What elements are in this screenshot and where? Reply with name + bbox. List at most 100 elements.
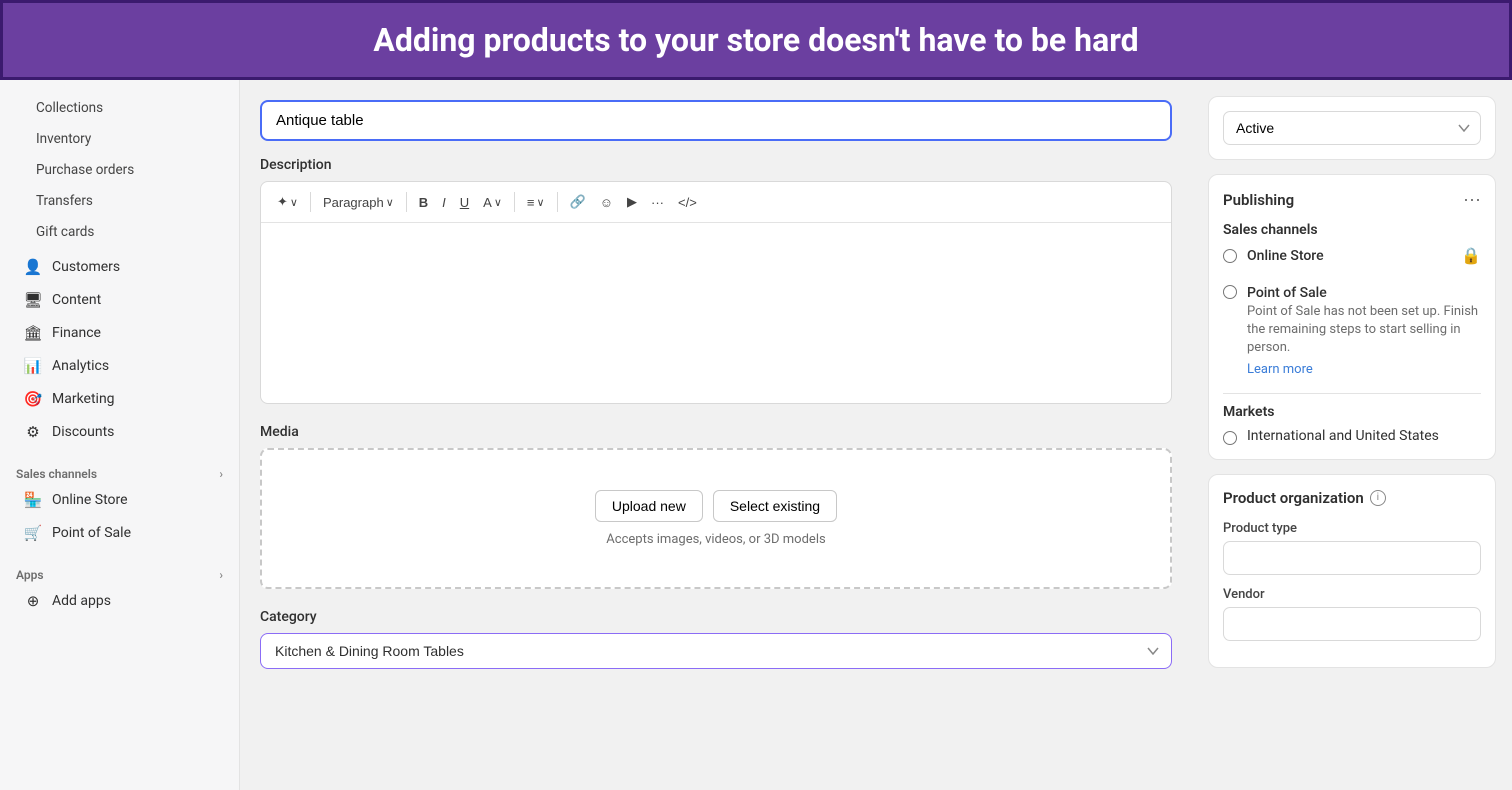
- product-org-title: Product organization: [1223, 489, 1364, 507]
- sidebar-item-online-store[interactable]: 🏪 Online Store: [8, 484, 231, 516]
- status-card: Active Draft: [1208, 96, 1496, 160]
- sidebar-item-analytics[interactable]: 📊 Analytics: [8, 350, 231, 382]
- description-editor-body[interactable]: [261, 223, 1171, 403]
- sidebar-item-discounts[interactable]: ⚙ Discounts: [8, 416, 231, 448]
- media-label: Media: [260, 424, 1172, 440]
- emoji-toolbar-btn[interactable]: ☺: [594, 191, 619, 214]
- sidebar-label-collections: Collections: [36, 100, 103, 116]
- sidebar-item-finance[interactable]: 🏛 Finance: [8, 317, 231, 349]
- vendor-input[interactable]: [1223, 607, 1481, 641]
- publishing-card: Publishing ··· Sales channels Online Sto…: [1208, 174, 1496, 460]
- market-name-international: International and United States: [1247, 428, 1439, 444]
- customers-icon: 👤: [24, 258, 42, 276]
- online-store-radio[interactable]: [1223, 249, 1237, 263]
- align-toolbar-btn[interactable]: ≡ ∨: [521, 191, 551, 214]
- market-item-international: International and United States: [1223, 428, 1481, 445]
- description-editor: ✦ ∨ Paragraph ∨ B I: [260, 181, 1172, 404]
- promo-banner: Adding products to your store doesn't ha…: [0, 0, 1512, 80]
- sidebar-label-inventory: Inventory: [36, 131, 91, 147]
- chevron-right-icon: ›: [219, 467, 223, 481]
- upload-new-btn[interactable]: Upload new: [595, 490, 703, 522]
- toolbar-divider-4: [557, 192, 558, 212]
- status-select[interactable]: Active Draft: [1223, 111, 1481, 145]
- sidebar-label-discounts: Discounts: [52, 424, 114, 440]
- underline-toolbar-btn[interactable]: U: [454, 191, 475, 214]
- learn-more-link[interactable]: Learn more: [1247, 362, 1313, 377]
- sales-channels-label-right: Sales channels: [1223, 222, 1481, 238]
- sidebar-item-marketing[interactable]: 🎯 Marketing: [8, 383, 231, 415]
- point-of-sale-channel-item: Point of Sale Point of Sale has not been…: [1223, 282, 1481, 383]
- product-name-input[interactable]: [260, 100, 1172, 141]
- sidebar-item-inventory[interactable]: Inventory: [8, 124, 231, 154]
- play-icon: ▶: [627, 194, 637, 210]
- more-toolbar-btn[interactable]: ···: [645, 191, 670, 214]
- product-type-label: Product type: [1223, 521, 1481, 536]
- sidebar-item-add-apps[interactable]: ⊕ Add apps: [8, 585, 231, 617]
- media-hint-text: Accepts images, videos, or 3D models: [282, 532, 1150, 547]
- finance-icon: 🏛: [24, 324, 42, 342]
- description-label: Description: [260, 157, 1172, 173]
- banner-text: Adding products to your store doesn't ha…: [373, 21, 1138, 59]
- select-existing-btn[interactable]: Select existing: [713, 490, 837, 522]
- publishing-more-btn[interactable]: ···: [1463, 189, 1481, 210]
- sidebar-label-finance: Finance: [52, 325, 101, 341]
- link-icon: 🔗: [570, 194, 586, 210]
- product-type-input[interactable]: [1223, 541, 1481, 575]
- sidebar-item-gift-cards[interactable]: Gift cards: [8, 217, 231, 247]
- sidebar-label-customers: Customers: [52, 259, 120, 275]
- sidebar-label-purchase-orders: Purchase orders: [36, 162, 134, 178]
- sidebar-label-marketing: Marketing: [52, 391, 115, 407]
- sidebar-item-collections[interactable]: Collections: [8, 93, 231, 123]
- sidebar-item-point-of-sale[interactable]: 🛒 Point of Sale: [8, 517, 231, 549]
- align-chevron-icon: ∨: [536, 196, 544, 209]
- editor-toolbar: ✦ ∨ Paragraph ∨ B I: [261, 182, 1171, 223]
- online-store-channel-name: Online Store: [1247, 248, 1324, 264]
- sales-channels-label: Sales channels: [16, 467, 97, 481]
- pos-channel-name: Point of Sale: [1247, 285, 1327, 301]
- pos-channel-content: Point of Sale Point of Sale has not been…: [1247, 282, 1481, 377]
- pos-channel-desc: Point of Sale has not been set up. Finis…: [1247, 303, 1481, 358]
- sidebar-label-content: Content: [52, 292, 101, 308]
- paragraph-toolbar-btn[interactable]: Paragraph ∨: [317, 191, 400, 214]
- text-color-toolbar-btn[interactable]: A ∨: [477, 191, 508, 214]
- add-apps-icon: ⊕: [24, 592, 42, 610]
- sidebar-label-analytics: Analytics: [52, 358, 109, 374]
- apps-label: Apps: [16, 568, 44, 582]
- bold-toolbar-btn[interactable]: B: [413, 191, 434, 214]
- paragraph-chevron-icon: ∨: [386, 196, 394, 209]
- content-icon: 🖥: [24, 291, 42, 309]
- online-store-lock-btn[interactable]: 🔒: [1461, 246, 1481, 266]
- lock-icon: 🔒: [1461, 248, 1481, 265]
- text-color-chevron-icon: ∨: [494, 196, 502, 209]
- sidebar-item-customers[interactable]: 👤 Customers: [8, 251, 231, 283]
- sidebar-label-transfers: Transfers: [36, 193, 93, 209]
- sidebar-item-transfers[interactable]: Transfers: [8, 186, 231, 216]
- category-label: Category: [260, 609, 1172, 625]
- toolbar-divider-2: [406, 192, 407, 212]
- publishing-title: Publishing: [1223, 191, 1294, 209]
- media-dropzone[interactable]: Upload new Select existing Accepts image…: [260, 448, 1172, 589]
- toolbar-divider-1: [310, 192, 311, 212]
- markets-label: Markets: [1223, 393, 1481, 420]
- sidebar-item-purchase-orders[interactable]: Purchase orders: [8, 155, 231, 185]
- link-toolbar-btn[interactable]: 🔗: [564, 190, 592, 214]
- sidebar-label-add-apps: Add apps: [52, 593, 111, 609]
- sidebar-label-gift-cards: Gift cards: [36, 224, 94, 240]
- category-select[interactable]: Kitchen & Dining Room Tables: [260, 633, 1172, 669]
- media-section: Media Upload new Select existing Accepts…: [260, 424, 1172, 589]
- sidebar-item-content[interactable]: 🖥 Content: [8, 284, 231, 316]
- publishing-header: Publishing ···: [1223, 189, 1481, 210]
- media-toolbar-btn[interactable]: ▶: [621, 190, 643, 214]
- magic-toolbar-btn[interactable]: ✦ ∨: [271, 190, 304, 214]
- discounts-icon: ⚙: [24, 423, 42, 441]
- online-store-channel-content: Online Store 🔒: [1247, 246, 1481, 266]
- product-org-card: Product organization i Product type Vend…: [1208, 474, 1496, 668]
- emoji-icon: ☺: [600, 195, 613, 210]
- italic-toolbar-btn[interactable]: I: [436, 191, 452, 214]
- international-radio[interactable]: [1223, 431, 1237, 445]
- toolbar-divider-3: [514, 192, 515, 212]
- sidebar: Collections Inventory Purchase orders Tr…: [0, 80, 240, 790]
- sidebar-label-point-of-sale: Point of Sale: [52, 525, 131, 541]
- code-toolbar-btn[interactable]: </>: [672, 191, 703, 214]
- pos-radio[interactable]: [1223, 285, 1237, 299]
